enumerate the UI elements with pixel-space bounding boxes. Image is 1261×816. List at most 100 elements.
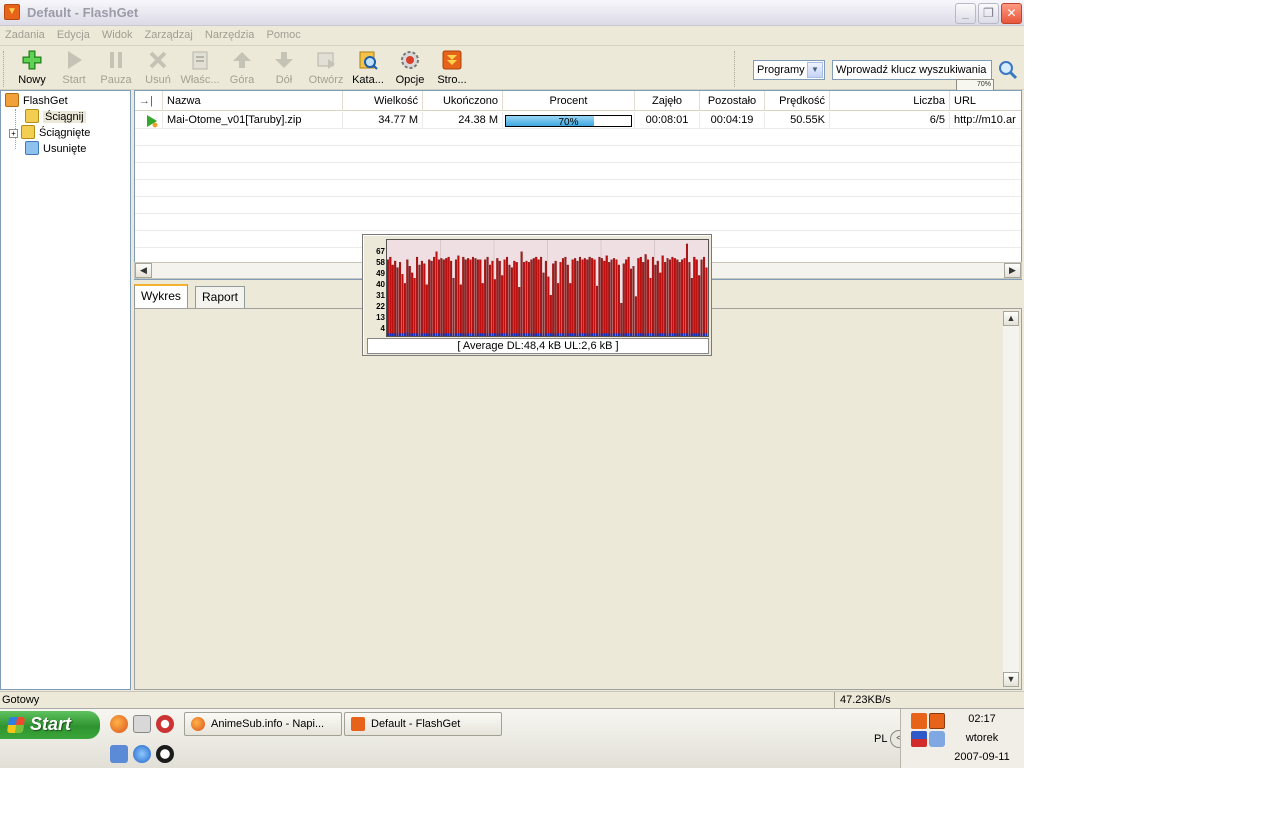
recycle-bin-icon (25, 141, 39, 155)
move-down-button[interactable]: Dół (263, 49, 305, 89)
outlook-icon[interactable] (110, 745, 128, 763)
download-speed-bar (464, 259, 467, 336)
upload-speed-bar (489, 333, 491, 336)
restore-button[interactable]: ❐ (978, 3, 999, 24)
scroll-up-icon[interactable]: ▲ (1003, 311, 1019, 326)
column-size[interactable]: Wielkość (343, 91, 423, 111)
upload-speed-bar (438, 333, 440, 336)
column-name[interactable]: Nazwa (163, 91, 343, 111)
column-elapsed[interactable]: Zajęło (635, 91, 700, 111)
upload-speed-bar (484, 333, 487, 336)
empty-table-row (135, 129, 1021, 146)
taskbar-item-animesub[interactable]: AnimeSub.info - Napi... (184, 712, 342, 736)
tab-chart[interactable]: Wykres (134, 284, 188, 308)
upload-speed-bar (661, 333, 664, 336)
download-speed-bar (471, 256, 474, 336)
arrow-down-icon (275, 52, 293, 68)
graph-caption: [ Average DL:48,4 kB UL:2,6 kB ] (367, 338, 709, 354)
display-icon[interactable] (911, 731, 927, 747)
file-remaining: 00:04:19 (700, 112, 765, 129)
open-button[interactable]: Otwórz (305, 49, 347, 89)
homepage-button[interactable]: Stro... (431, 49, 473, 89)
start-button[interactable]: Start (0, 711, 100, 739)
menu-pomoc[interactable]: Pomoc (262, 26, 305, 41)
vertical-scrollbar[interactable]: ▲ ▼ (1003, 311, 1019, 687)
download-speed-bar (510, 267, 513, 336)
window-title: Default - FlashGet (27, 5, 139, 20)
search-toolbar-grip[interactable] (734, 51, 737, 87)
firefox-icon[interactable] (110, 715, 128, 733)
properties-button[interactable]: Właśc... (179, 49, 221, 89)
menu-edycja[interactable]: Edycja (52, 26, 94, 41)
close-button[interactable]: ✕ (1001, 3, 1022, 24)
search-icon[interactable] (997, 59, 1019, 81)
download-speed-bar (622, 263, 625, 336)
file-percent-cell: 70% (503, 112, 635, 129)
column-status[interactable]: →| (135, 91, 163, 111)
upload-speed-bar (425, 333, 428, 336)
scroll-down-icon[interactable]: ▼ (1003, 672, 1019, 687)
column-completed[interactable]: Ukończono (423, 91, 503, 111)
upload-speed-bar (472, 333, 474, 336)
tree-root-flashget[interactable]: FlashGet (5, 93, 68, 109)
catalog-button[interactable]: Kata... (347, 49, 389, 89)
download-speed-bar (690, 277, 693, 336)
new-button[interactable]: Nowy (11, 49, 53, 89)
tree-item-downloaded[interactable]: + Ściągnięte (9, 125, 90, 141)
category-select[interactable]: Programy ▼ (753, 60, 825, 80)
download-speed-bar (437, 259, 440, 336)
title-bar[interactable]: ▼ Default - FlashGet _ ❐ ✕ (0, 0, 1024, 26)
scroll-right-icon[interactable]: ▶ (1004, 263, 1021, 278)
upload-speed-bar (421, 333, 423, 336)
minimize-button[interactable]: _ (955, 3, 976, 24)
tree-item-deleted[interactable]: Usunięte (25, 141, 86, 157)
media-player-icon[interactable] (156, 745, 174, 763)
menu-zarzadzaj[interactable]: Zarządzaj (140, 26, 197, 41)
tab-report[interactable]: Raport (195, 286, 246, 308)
clock-time[interactable]: 02:17 (927, 713, 1024, 725)
download-speed-bar (416, 256, 419, 336)
chevron-down-icon[interactable]: ▼ (807, 62, 823, 78)
download-speed-bar (637, 258, 640, 336)
flashget-tray-icon[interactable] (911, 713, 927, 729)
network-icon[interactable] (133, 715, 151, 733)
upload-speed-bar (698, 333, 701, 336)
download-speed-bar (399, 262, 402, 336)
delete-button[interactable]: Usuń (137, 49, 179, 89)
flashget-logo-icon[interactable]: ▼ (4, 4, 20, 20)
speed-graph-window[interactable]: 67 58 49 40 31 22 13 4 [ Average DL:48,4… (362, 234, 712, 356)
scroll-left-icon[interactable]: ◀ (135, 263, 152, 278)
download-speed-bar (681, 259, 684, 336)
tree-item-download[interactable]: Ściągnij (25, 109, 86, 125)
upload-speed-bar (564, 333, 567, 336)
pause-button[interactable]: Pauza (95, 49, 137, 89)
options-button[interactable]: Opcje (389, 49, 431, 89)
upload-speed-bar (530, 333, 533, 336)
search-input[interactable]: Wprowadź klucz wyszukiwania (832, 60, 992, 80)
upload-speed-bar (603, 333, 606, 336)
start-download-button[interactable]: Start (53, 49, 95, 89)
expand-icon[interactable]: + (9, 129, 18, 138)
tab-content-panel: ▲ ▼ (134, 308, 1022, 690)
language-indicator[interactable]: PL (874, 733, 887, 745)
menu-widok[interactable]: Widok (97, 26, 137, 41)
move-up-button[interactable]: Góra (221, 49, 263, 89)
upload-speed-bar (583, 333, 586, 336)
upload-speed-bar (537, 333, 540, 336)
internet-explorer-icon[interactable] (133, 745, 151, 763)
upload-speed-bar (389, 333, 392, 336)
download-speed-bar (481, 283, 484, 336)
download-speed-bar (620, 302, 623, 336)
upload-speed-bar (656, 333, 659, 336)
menu-narzedzia[interactable]: Narzędzia (200, 26, 259, 41)
opera-icon[interactable] (156, 715, 174, 733)
toolbar-grip[interactable] (3, 51, 6, 87)
table-row[interactable]: Mai-Otome_v01[Taruby].zip 34.77 M 24.38 … (135, 112, 1021, 129)
column-count[interactable]: Liczba (830, 91, 950, 111)
taskbar-item-flashget[interactable]: Default - FlashGet (344, 712, 502, 736)
column-url[interactable]: URL (950, 91, 1021, 111)
column-speed[interactable]: Prędkość (765, 91, 830, 111)
column-remaining[interactable]: Pozostało (700, 91, 765, 111)
menu-zadania[interactable]: Zadania (0, 26, 49, 41)
column-percent[interactable]: Procent (503, 91, 635, 111)
